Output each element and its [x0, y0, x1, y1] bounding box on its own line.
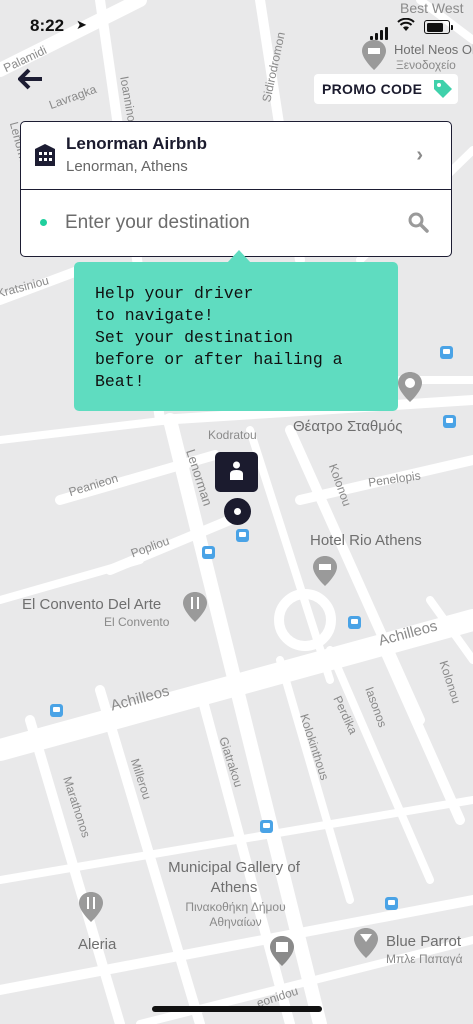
poi-aleria: Aleria: [78, 936, 117, 953]
pickup-row[interactable]: Lenorman Airbnb Lenorman, Athens ›: [21, 122, 451, 190]
pickup-location-marker: [224, 498, 251, 525]
home-indicator: [152, 1006, 322, 1012]
bus-stop-icon: [385, 897, 398, 910]
destination-input[interactable]: [65, 209, 385, 237]
tooltip-text: Help your driver to navigate! Set your d…: [95, 284, 343, 391]
chevron-right-icon: ›: [416, 144, 423, 166]
restaurant-pin-icon: [183, 592, 207, 622]
pickup-title: Lenorman Airbnb: [66, 134, 208, 153]
person-icon: [230, 461, 243, 480]
location-arrow-icon: ➤: [76, 17, 87, 32]
battery-icon: [424, 20, 453, 34]
restaurant-pin-icon: [79, 892, 103, 922]
museum-pin-icon: [270, 936, 294, 966]
navigation-tooltip: Help your driver to navigate! Set your d…: [74, 262, 398, 411]
promo-code-button[interactable]: PROMO CODE: [314, 74, 459, 104]
bus-stop-icon: [260, 820, 273, 833]
destination-dot-icon: [40, 219, 47, 226]
bus-stop-icon: [202, 546, 215, 559]
wifi-icon: [397, 18, 415, 31]
bus-stop-icon: [443, 415, 456, 428]
theatre-pin-icon: [398, 372, 422, 402]
bus-stop-icon: [50, 704, 63, 717]
pickup-subtitle: Lenorman, Athens: [66, 158, 188, 175]
status-time: 8:22: [30, 16, 65, 35]
bar-pin-icon: [354, 928, 378, 958]
poi-el-convento-sub: El Convento: [104, 615, 170, 629]
tag-icon: [434, 80, 453, 98]
hotel-pin-icon: [313, 556, 337, 586]
poi-theatro: Θέατρο Σταθμός: [293, 418, 403, 435]
poi-hotel-neos-sub: Ξενοδοχείο: [396, 58, 456, 72]
bus-stop-icon: [440, 346, 453, 359]
cellular-signal-icon: [370, 22, 390, 40]
poi-el-convento: El Convento Del Arte: [22, 596, 162, 613]
destination-row[interactable]: [21, 189, 451, 256]
bus-stop-icon: [236, 529, 249, 542]
poi-municipal-gallery-sub: Πινακοθήκη Δήμου Αθηναίων: [185, 900, 286, 929]
poi-hotel-rio: Hotel Rio Athens: [310, 532, 422, 549]
back-arrow-icon: [17, 68, 42, 90]
search-icon[interactable]: [407, 211, 429, 233]
poi-blue-parrot: Blue Parrot: [386, 933, 462, 950]
route-card: Lenorman Airbnb Lenorman, Athens ›: [20, 121, 452, 257]
status-bar: 8:22 ➤: [0, 0, 473, 50]
promo-code-label: PROMO CODE: [322, 81, 423, 97]
pickup-pin[interactable]: [215, 452, 258, 492]
street-label: Kodratou: [208, 428, 257, 442]
back-button[interactable]: [17, 66, 50, 98]
poi-blue-parrot-sub: Μπλε Παπαγά: [386, 952, 463, 966]
building-icon: [35, 144, 55, 166]
bus-stop-icon: [348, 616, 361, 629]
poi-municipal-gallery: Municipal Gallery of Athens: [168, 859, 300, 896]
